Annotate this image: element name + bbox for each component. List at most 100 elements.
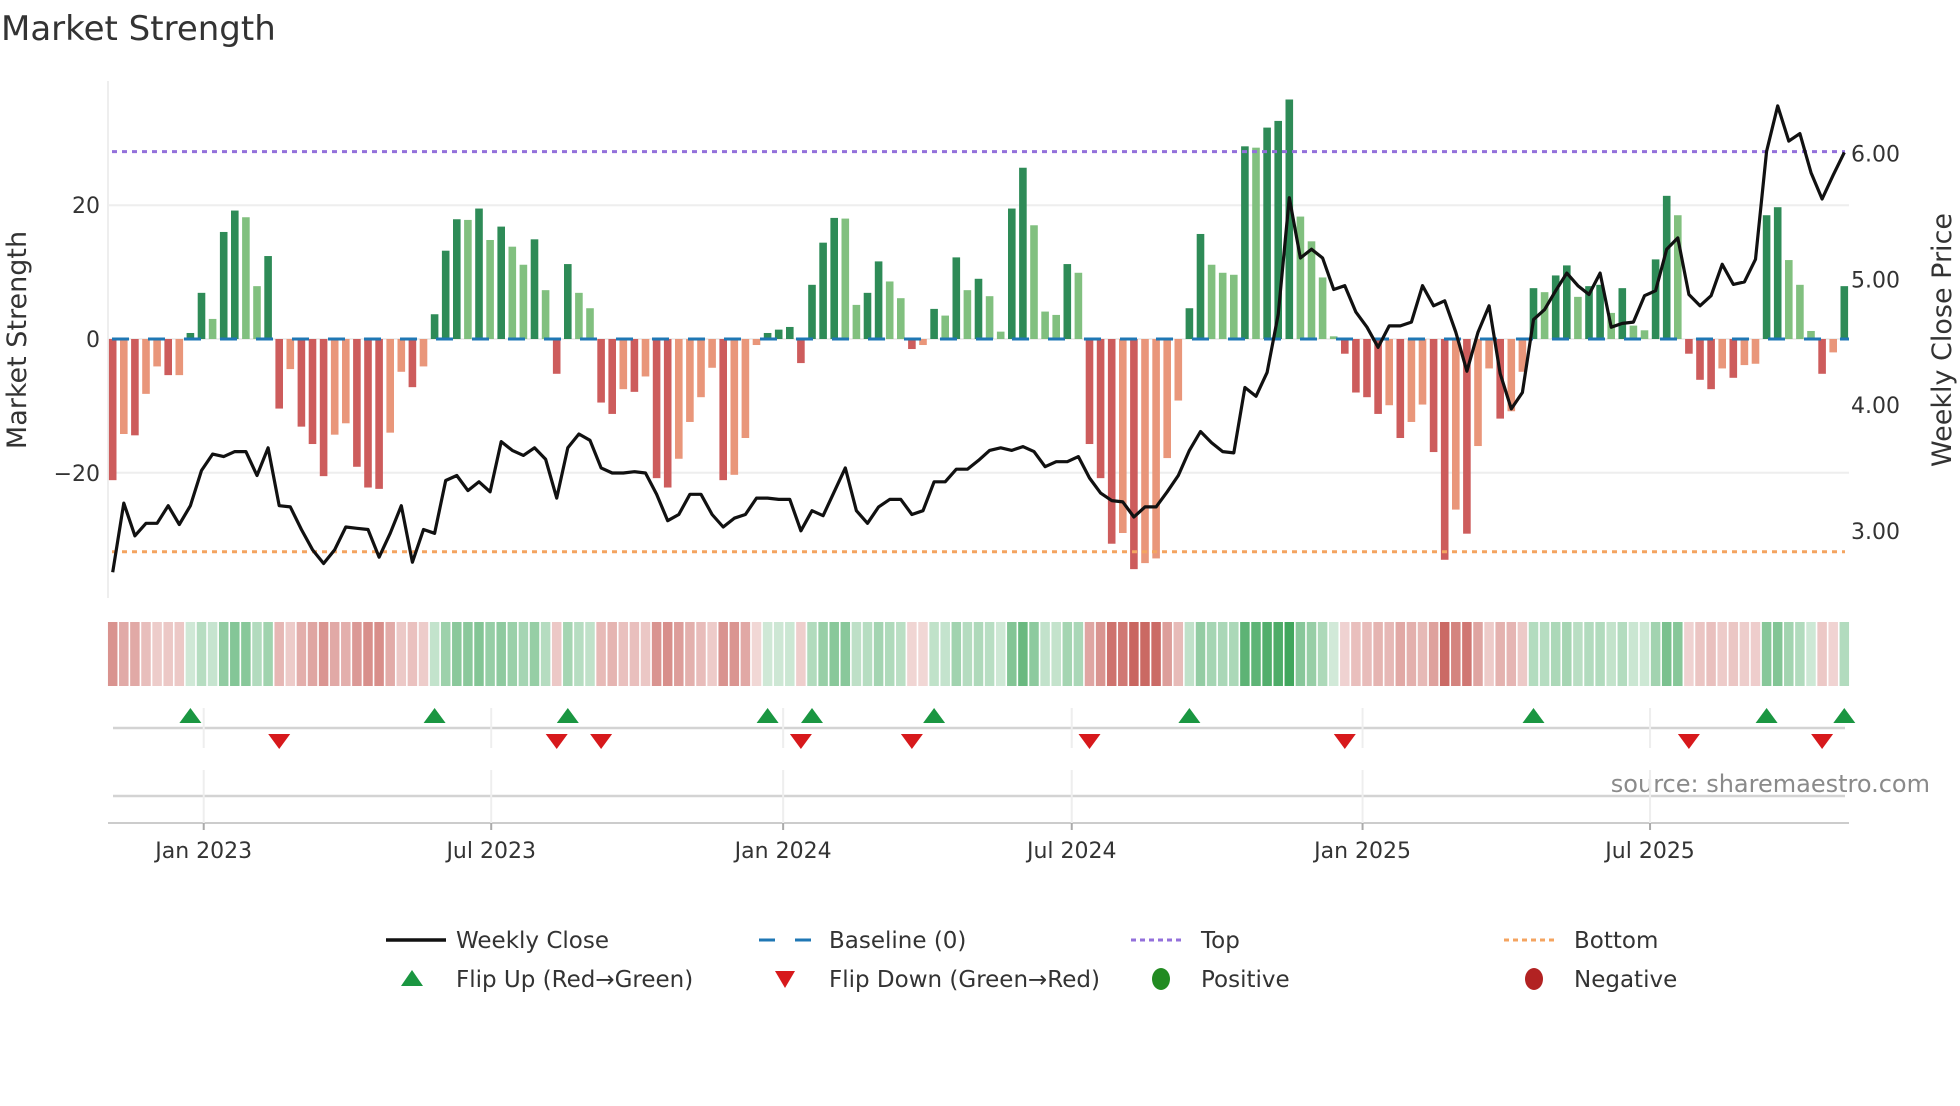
strip-cell	[907, 622, 917, 686]
positive-bar	[519, 264, 528, 339]
strip-cell	[1140, 622, 1150, 686]
strip-cell	[918, 622, 928, 686]
positive-bar	[219, 231, 228, 339]
negative-bar	[153, 339, 161, 367]
positive-bar	[930, 308, 938, 339]
negative-bar	[652, 339, 661, 479]
strip-cell	[1417, 622, 1428, 686]
x-tick-label: Jul 2023	[444, 839, 536, 864]
strip-cell	[463, 622, 473, 686]
strip-cell	[1739, 622, 1750, 686]
positive-bar	[1785, 260, 1793, 339]
flip-up-marker	[801, 708, 823, 723]
strip-cell	[618, 622, 629, 686]
strip-cell	[1284, 622, 1295, 686]
strip-cell	[1040, 622, 1050, 686]
strip-cell	[485, 622, 495, 686]
negative-bar	[797, 339, 805, 364]
strip-cell	[418, 622, 429, 686]
negative-bar	[131, 339, 139, 436]
negative-bar	[663, 339, 672, 488]
circle-icon	[1525, 968, 1543, 990]
strip-cell	[1373, 622, 1383, 686]
flip-up-marker	[423, 708, 446, 723]
negative-bar	[1474, 339, 1482, 447]
strip-cell	[1717, 622, 1727, 686]
strip-cell	[1395, 622, 1406, 686]
positive-bar	[1773, 207, 1782, 339]
positive-bar	[1019, 167, 1027, 339]
negative-bar	[1130, 339, 1138, 570]
positive-bar	[963, 290, 972, 339]
negative-bar	[719, 339, 727, 481]
strip-cell	[274, 622, 284, 686]
strip-cell	[452, 622, 462, 686]
flip-up-marker	[179, 708, 202, 723]
strip-cell	[263, 622, 273, 686]
strip-cell	[141, 622, 151, 686]
negative-bar	[1696, 339, 1704, 380]
x-tick-label: Jan 2023	[153, 839, 252, 864]
strip-cell	[307, 622, 318, 686]
negative-bar	[175, 339, 184, 376]
flip-up-marker	[1755, 708, 1778, 723]
positive-bar	[453, 219, 461, 339]
positive-bar	[1030, 225, 1038, 339]
negative-bar	[1341, 339, 1349, 354]
strip-cell	[174, 622, 185, 686]
positive-bar	[1840, 286, 1849, 339]
flip-down-marker	[1677, 734, 1700, 749]
strip-cell	[1340, 622, 1350, 686]
negative-bar	[1685, 339, 1693, 354]
strip-cell	[818, 622, 828, 686]
strip-cell	[1240, 622, 1250, 686]
negative-bar	[1418, 339, 1427, 405]
negative-bar	[375, 339, 383, 489]
positive-bar	[1540, 292, 1549, 339]
strip-cell	[807, 622, 817, 686]
negative-bar	[1818, 339, 1826, 374]
strip-cell	[318, 622, 329, 686]
positive-bar	[564, 264, 572, 339]
strip-cell	[1062, 622, 1073, 686]
positive-bar	[1762, 215, 1771, 339]
strip-cell	[163, 622, 173, 686]
strip-cell	[230, 622, 240, 686]
flip-down-marker	[590, 734, 613, 749]
strip-cell	[352, 622, 362, 686]
strip-cell	[1317, 622, 1328, 686]
strip-cell	[1095, 622, 1106, 686]
strip-cell	[1439, 622, 1450, 686]
strip-cell	[1073, 622, 1084, 686]
circle-icon	[1152, 968, 1170, 990]
positive-bar	[575, 292, 583, 339]
strength-heat-strip	[107, 622, 1850, 686]
negative-bar	[1374, 339, 1382, 414]
positive-bar	[1263, 127, 1271, 339]
strip-cell	[718, 622, 728, 686]
x-axis: Jan 2023 Jul 2023 Jan 2024 Jul 2024 Jan 2025…	[108, 708, 1849, 864]
strip-cell	[1451, 622, 1461, 686]
strip-cell	[1795, 622, 1805, 686]
flip-up-marker	[1522, 708, 1545, 723]
strip-cell	[1639, 622, 1650, 686]
positive-bar	[952, 257, 961, 339]
strip-cell	[241, 622, 251, 686]
positive-bar	[830, 217, 838, 339]
strip-cell	[1007, 622, 1017, 686]
positive-bar	[897, 298, 905, 339]
negative-bar	[1729, 339, 1738, 378]
positive-bar	[231, 210, 239, 339]
strip-cell	[296, 622, 307, 686]
negative-bar	[630, 339, 639, 392]
y2-tick-label: 3.00	[1851, 520, 1900, 545]
strip-cell	[1495, 622, 1505, 686]
positive-bar	[1196, 233, 1205, 339]
negative-bar	[1141, 339, 1149, 564]
flip-up-marker	[923, 708, 946, 723]
positive-bar	[242, 217, 250, 339]
negative-bar	[1407, 339, 1416, 422]
negative-bar	[330, 339, 339, 435]
strip-cell	[363, 622, 373, 686]
reference-lines	[112, 150, 1849, 554]
